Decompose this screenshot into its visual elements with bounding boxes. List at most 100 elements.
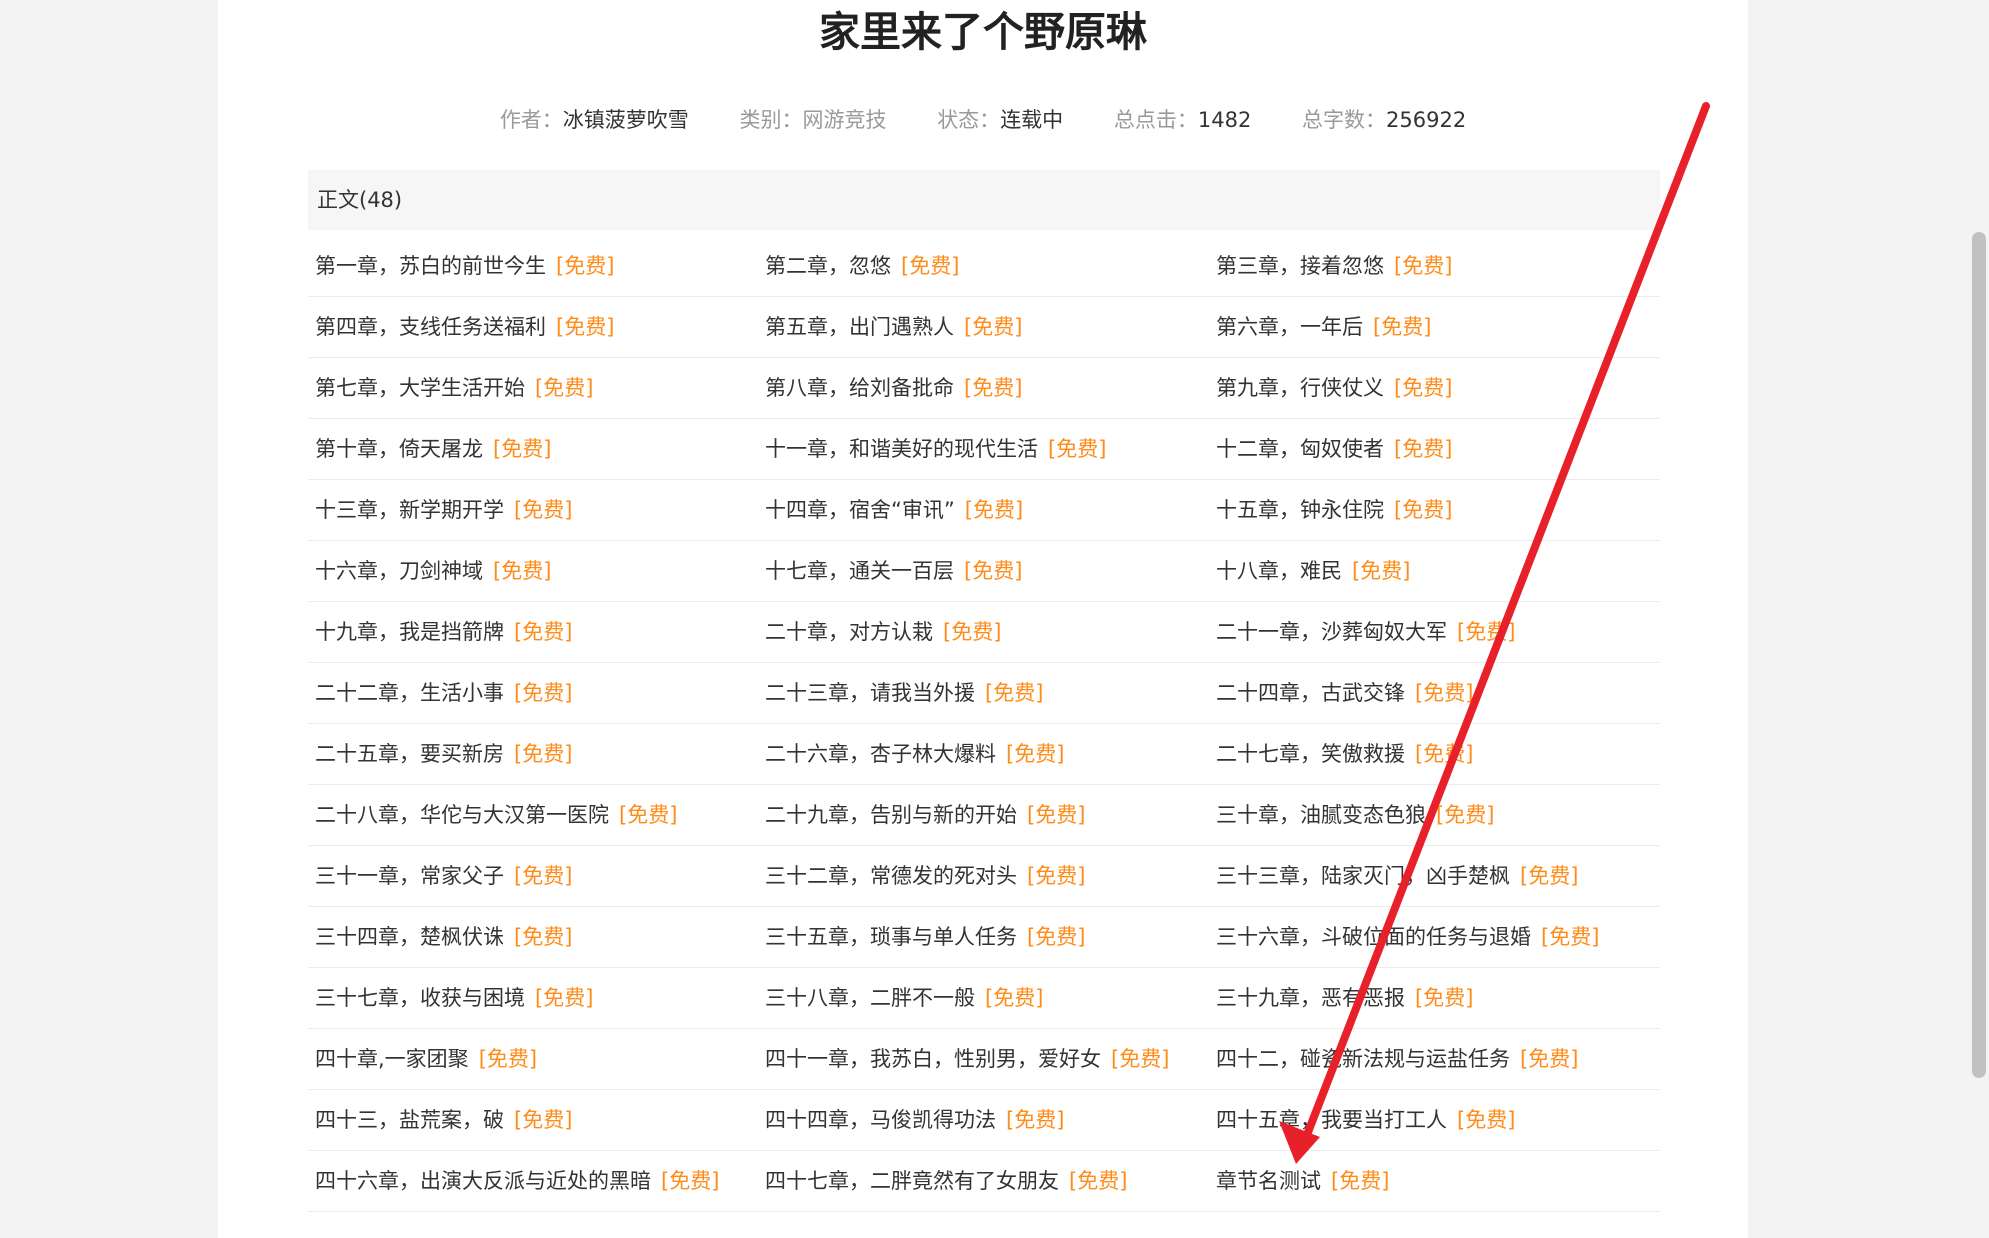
chapter-title[interactable]: 三十一章，常家父子	[315, 864, 504, 888]
chapter-title[interactable]: 四十三，盐荒案，破	[315, 1108, 504, 1132]
chapter-title[interactable]: 第四章，支线任务送福利	[315, 315, 546, 339]
chapter-title[interactable]: 三十三章，陆家灭门，凶手楚枫	[1216, 864, 1510, 888]
chapter-item[interactable]: 第三章，接着忽悠 [免费]	[1209, 236, 1660, 297]
chapter-title[interactable]: 章节名测试	[1216, 1169, 1321, 1193]
chapter-item[interactable]: 第六章，一年后 [免费]	[1209, 297, 1660, 358]
chapter-title[interactable]: 三十二章，常德发的死对头	[765, 864, 1017, 888]
chapter-item[interactable]: 四十章,一家团聚 [免费]	[308, 1029, 758, 1090]
chapter-title[interactable]: 第二章，忽悠	[765, 254, 891, 278]
chapter-title[interactable]: 第十章，倚天屠龙	[315, 437, 483, 461]
chapter-item[interactable]: 三十四章，楚枫伏诛 [免费]	[308, 907, 758, 968]
chapter-item[interactable]: 第十章，倚天屠龙 [免费]	[308, 419, 758, 480]
chapter-item[interactable]: 第四章，支线任务送福利 [免费]	[308, 297, 758, 358]
chapter-item[interactable]: 十八章，难民 [免费]	[1209, 541, 1660, 602]
chapter-title[interactable]: 三十七章，收获与困境	[315, 986, 525, 1010]
chapter-title[interactable]: 三十六章，斗破位面的任务与退婚	[1216, 925, 1531, 949]
chapter-title[interactable]: 三十八章，二胖不一般	[765, 986, 975, 1010]
meta-status-label: 状态：	[937, 108, 1001, 132]
chapter-item[interactable]: 四十三，盐荒案，破 [免费]	[308, 1090, 758, 1151]
chapter-title[interactable]: 二十一章，沙葬匈奴大军	[1216, 620, 1447, 644]
chapter-item[interactable]: 三十三章，陆家灭门，凶手楚枫 [免费]	[1209, 846, 1660, 907]
chapter-item[interactable]: 四十五章，我要当打工人 [免费]	[1209, 1090, 1660, 1151]
chapter-item[interactable]: 四十四章，马俊凯得功法 [免费]	[758, 1090, 1209, 1151]
scrollbar-thumb[interactable]	[1972, 232, 1986, 1078]
chapter-item[interactable]: 十五章，钟永住院 [免费]	[1209, 480, 1660, 541]
chapter-item[interactable]: 第一章，苏白的前世今生 [免费]	[308, 236, 758, 297]
chapter-item[interactable]: 四十六章，出演大反派与近处的黑暗 [免费]	[308, 1151, 758, 1212]
chapter-title[interactable]: 三十九章，恶有恶报	[1216, 986, 1405, 1010]
chapter-title[interactable]: 十三章，新学期开学	[315, 498, 504, 522]
chapter-item[interactable]: 四十二，碰瓷新法规与运盐任务 [免费]	[1209, 1029, 1660, 1090]
chapter-title[interactable]: 第五章，出门遇熟人	[765, 315, 954, 339]
chapter-item[interactable]: 二十四章，古武交锋 [免费]	[1209, 663, 1660, 724]
chapter-title[interactable]: 二十七章，笑傲救援	[1216, 742, 1405, 766]
chapter-title[interactable]: 四十章,一家团聚	[315, 1047, 469, 1071]
chapter-title[interactable]: 三十章，油腻变态色狼	[1216, 803, 1426, 827]
chapter-item[interactable]: 二十九章，告别与新的开始 [免费]	[758, 785, 1209, 846]
chapter-title[interactable]: 四十七章，二胖竟然有了女朋友	[765, 1169, 1059, 1193]
chapter-item[interactable]: 三十二章，常德发的死对头 [免费]	[758, 846, 1209, 907]
chapter-item[interactable]: 十四章，宿舍“审讯” [免费]	[758, 480, 1209, 541]
chapter-item[interactable]: 第九章，行侠仗义 [免费]	[1209, 358, 1660, 419]
chapter-title[interactable]: 十八章，难民	[1216, 559, 1342, 583]
chapter-item[interactable]: 三十八章，二胖不一般 [免费]	[758, 968, 1209, 1029]
chapter-title[interactable]: 四十六章，出演大反派与近处的黑暗	[315, 1169, 651, 1193]
chapter-title[interactable]: 第一章，苏白的前世今生	[315, 254, 546, 278]
chapter-item[interactable]: 二十五章，要买新房 [免费]	[308, 724, 758, 785]
chapter-title[interactable]: 四十四章，马俊凯得功法	[765, 1108, 996, 1132]
chapter-item[interactable]: 二十八章，华佗与大汉第一医院 [免费]	[308, 785, 758, 846]
chapter-title[interactable]: 二十二章，生活小事	[315, 681, 504, 705]
chapter-title[interactable]: 十七章，通关一百层	[765, 559, 954, 583]
chapter-item[interactable]: 三十一章，常家父子 [免费]	[308, 846, 758, 907]
chapter-item[interactable]: 三十章，油腻变态色狼 [免费]	[1209, 785, 1660, 846]
free-badge: [免费]	[514, 498, 573, 522]
chapter-title[interactable]: 第六章，一年后	[1216, 315, 1363, 339]
chapter-item[interactable]: 十九章，我是挡箭牌 [免费]	[308, 602, 758, 663]
chapter-item[interactable]: 三十五章，琐事与单人任务 [免费]	[758, 907, 1209, 968]
chapter-item[interactable]: 二十三章，请我当外援 [免费]	[758, 663, 1209, 724]
free-badge: [免费]	[493, 437, 552, 461]
chapter-title[interactable]: 四十一章，我苏白，性别男，爱好女	[765, 1047, 1101, 1071]
chapter-item[interactable]: 第七章，大学生活开始 [免费]	[308, 358, 758, 419]
chapter-item[interactable]: 三十七章，收获与困境 [免费]	[308, 968, 758, 1029]
chapter-title[interactable]: 十二章，匈奴使者	[1216, 437, 1384, 461]
chapter-item[interactable]: 十六章，刀剑神域 [免费]	[308, 541, 758, 602]
chapter-item[interactable]: 四十七章，二胖竟然有了女朋友 [免费]	[758, 1151, 1209, 1212]
chapter-item[interactable]: 第八章，给刘备批命 [免费]	[758, 358, 1209, 419]
chapter-item[interactable]: 二十章，对方认栽 [免费]	[758, 602, 1209, 663]
chapter-title[interactable]: 第九章，行侠仗义	[1216, 376, 1384, 400]
chapter-item[interactable]: 第二章，忽悠 [免费]	[758, 236, 1209, 297]
chapter-title[interactable]: 第三章，接着忽悠	[1216, 254, 1384, 278]
chapter-title[interactable]: 三十四章，楚枫伏诛	[315, 925, 504, 949]
chapter-item[interactable]: 十一章，和谐美好的现代生活 [免费]	[758, 419, 1209, 480]
chapter-item[interactable]: 章节名测试 [免费]	[1209, 1151, 1660, 1212]
chapter-title[interactable]: 二十三章，请我当外援	[765, 681, 975, 705]
chapter-item[interactable]: 二十一章，沙葬匈奴大军 [免费]	[1209, 602, 1660, 663]
chapter-title[interactable]: 三十五章，琐事与单人任务	[765, 925, 1017, 949]
chapter-title[interactable]: 二十章，对方认栽	[765, 620, 933, 644]
chapter-item[interactable]: 二十六章，杏子林大爆料 [免费]	[758, 724, 1209, 785]
chapter-title[interactable]: 第七章，大学生活开始	[315, 376, 525, 400]
chapter-item[interactable]: 二十七章，笑傲救援 [免费]	[1209, 724, 1660, 785]
chapter-title[interactable]: 第八章，给刘备批命	[765, 376, 954, 400]
chapter-item[interactable]: 四十一章，我苏白，性别男，爱好女 [免费]	[758, 1029, 1209, 1090]
chapter-title[interactable]: 十四章，宿舍“审讯”	[765, 498, 955, 522]
chapter-item[interactable]: 第五章，出门遇熟人 [免费]	[758, 297, 1209, 358]
chapter-title[interactable]: 二十五章，要买新房	[315, 742, 504, 766]
chapter-title[interactable]: 四十二，碰瓷新法规与运盐任务	[1216, 1047, 1510, 1071]
chapter-item[interactable]: 三十六章，斗破位面的任务与退婚 [免费]	[1209, 907, 1660, 968]
chapter-title[interactable]: 二十六章，杏子林大爆料	[765, 742, 996, 766]
chapter-title[interactable]: 十一章，和谐美好的现代生活	[765, 437, 1038, 461]
chapter-item[interactable]: 三十九章，恶有恶报 [免费]	[1209, 968, 1660, 1029]
chapter-item[interactable]: 十七章，通关一百层 [免费]	[758, 541, 1209, 602]
chapter-item[interactable]: 十二章，匈奴使者 [免费]	[1209, 419, 1660, 480]
chapter-title[interactable]: 二十八章，华佗与大汉第一医院	[315, 803, 609, 827]
chapter-title[interactable]: 四十五章，我要当打工人	[1216, 1108, 1447, 1132]
chapter-title[interactable]: 十六章，刀剑神域	[315, 559, 483, 583]
chapter-title[interactable]: 二十四章，古武交锋	[1216, 681, 1405, 705]
chapter-title[interactable]: 二十九章，告别与新的开始	[765, 803, 1017, 827]
chapter-item[interactable]: 十三章，新学期开学 [免费]	[308, 480, 758, 541]
chapter-title[interactable]: 十九章，我是挡箭牌	[315, 620, 504, 644]
chapter-item[interactable]: 二十二章，生活小事 [免费]	[308, 663, 758, 724]
chapter-title[interactable]: 十五章，钟永住院	[1216, 498, 1384, 522]
